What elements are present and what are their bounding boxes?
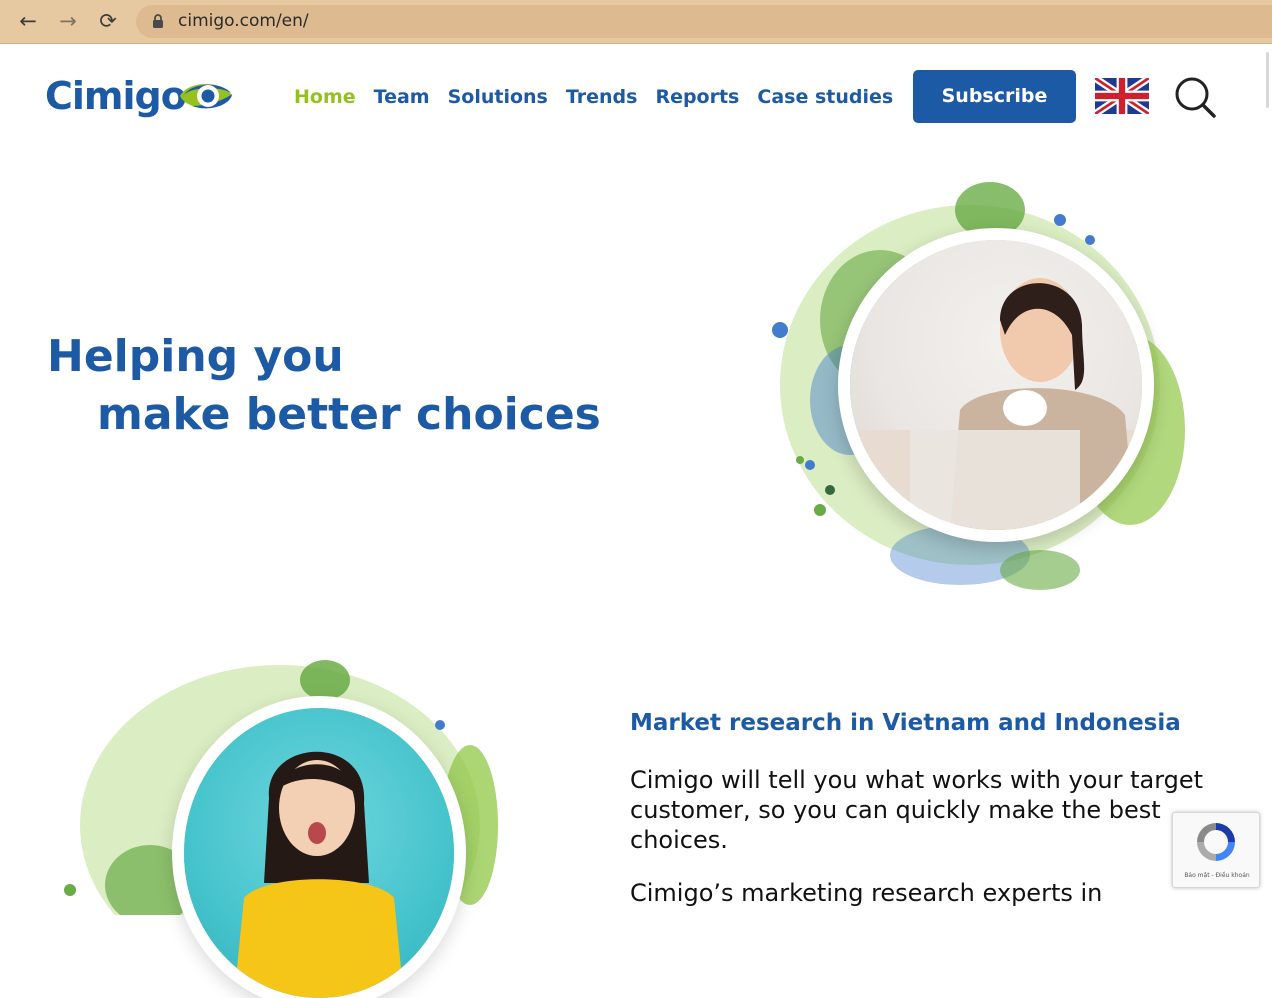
nav-trends[interactable]: Trends (566, 83, 638, 111)
main-nav: Home Team Solutions Trends Reports Case … (294, 83, 911, 111)
section-paragraph-2: Cimigo’s marketing research experts in (630, 879, 1103, 907)
nav-solutions[interactable]: Solutions (448, 83, 548, 111)
uk-flag-icon[interactable] (1095, 78, 1149, 114)
nav-case-studies[interactable]: Case studies (757, 83, 893, 111)
logo-eye-icon (180, 84, 232, 109)
hero-photo-woman-with-cup (850, 240, 1142, 530)
search-icon[interactable] (1174, 76, 1216, 118)
nav-reports[interactable]: Reports (655, 83, 739, 111)
nav-home[interactable]: Home (294, 83, 356, 111)
subscribe-button[interactable]: Subscribe (913, 70, 1076, 123)
nav-team[interactable]: Team (374, 83, 430, 111)
browser-toolbar: ← → ⟳ cimigo.com/en/ (0, 0, 1272, 44)
url-text[interactable]: cimigo.com/en/ (178, 11, 309, 31)
woman-surprised-illustration (234, 751, 404, 998)
back-arrow-icon[interactable]: ← (15, 8, 41, 34)
scrollbar-thumb[interactable] (1266, 52, 1269, 108)
logo-text: Cimigo (45, 74, 187, 118)
forward-arrow-icon[interactable]: → (55, 8, 81, 34)
hero-title: Helping you make better choices (47, 328, 601, 444)
section-paragraph: Cimigo will tell you what works with you… (630, 766, 1204, 854)
reload-icon[interactable]: ⟳ (95, 8, 121, 34)
recaptcha-badge[interactable]: Bảo mật - Điều khoản (1172, 812, 1260, 888)
hero-title-line2: make better choices (97, 389, 601, 440)
address-bar[interactable]: cimigo.com/en/ (136, 5, 1272, 38)
photo-woman-surprised (184, 708, 454, 998)
recaptcha-terms[interactable]: Bảo mật - Điều khoản (1173, 872, 1261, 879)
section-title: Market research in Vietnam and Indonesia (630, 710, 1181, 736)
recaptcha-icon (1197, 823, 1235, 861)
woman-with-cup-illustration (850, 278, 1142, 530)
lock-icon (153, 14, 163, 28)
cimigo-logo[interactable]: Cimigo (45, 72, 237, 120)
hero-title-line1: Helping you (47, 331, 344, 382)
